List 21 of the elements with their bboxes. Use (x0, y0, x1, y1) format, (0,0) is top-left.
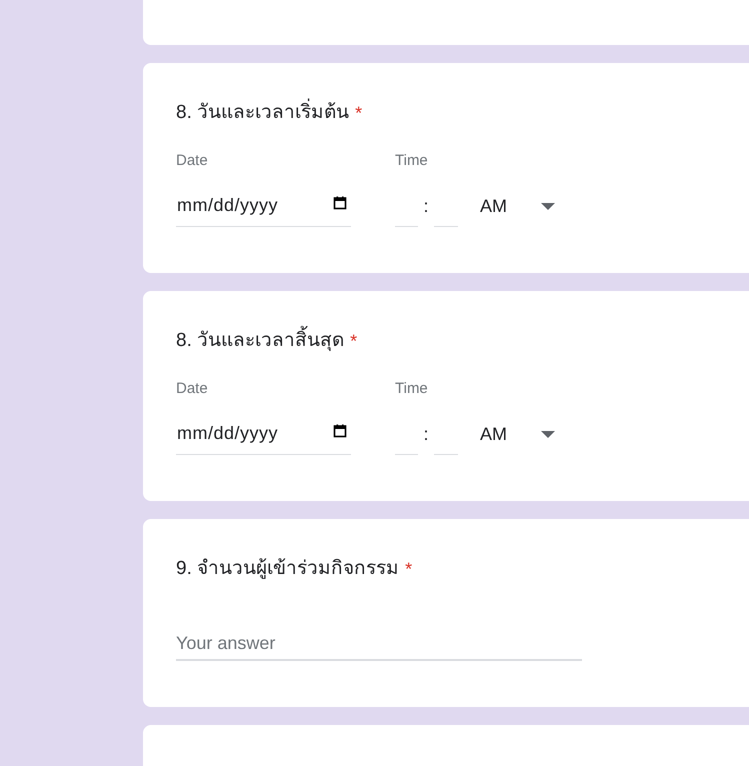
question-title: 8. วันและเวลาสิ้นสุด (176, 327, 344, 355)
time-separator: : (422, 196, 430, 216)
question-title: 9. จำนวนผู้เข้าร่วมกิจกรรม (176, 557, 400, 581)
date-label: Date (176, 379, 209, 399)
required-mark: * (405, 558, 412, 581)
time-separator: : (422, 424, 430, 444)
calendar-icon[interactable] (333, 196, 347, 210)
answer-field[interactable]: Your answer (176, 627, 582, 661)
calendar-icon[interactable] (333, 424, 347, 438)
required-mark: * (350, 330, 358, 353)
caret-icon (541, 202, 555, 210)
required-mark: * (355, 102, 362, 125)
time-label: Time (395, 379, 429, 399)
date-label: Date (176, 151, 209, 171)
date-field[interactable]: mm/dd/yyyy (176, 185, 351, 227)
question-title: 8. วันและเวลาเริ่มต้น (176, 99, 350, 127)
date-field[interactable]: mm/dd/yyyy (176, 413, 351, 455)
period-dropdown[interactable]: AM (480, 420, 555, 448)
period-dropdown[interactable]: AM (480, 192, 555, 220)
caret-icon (541, 430, 555, 438)
time-label: Time (395, 151, 429, 171)
